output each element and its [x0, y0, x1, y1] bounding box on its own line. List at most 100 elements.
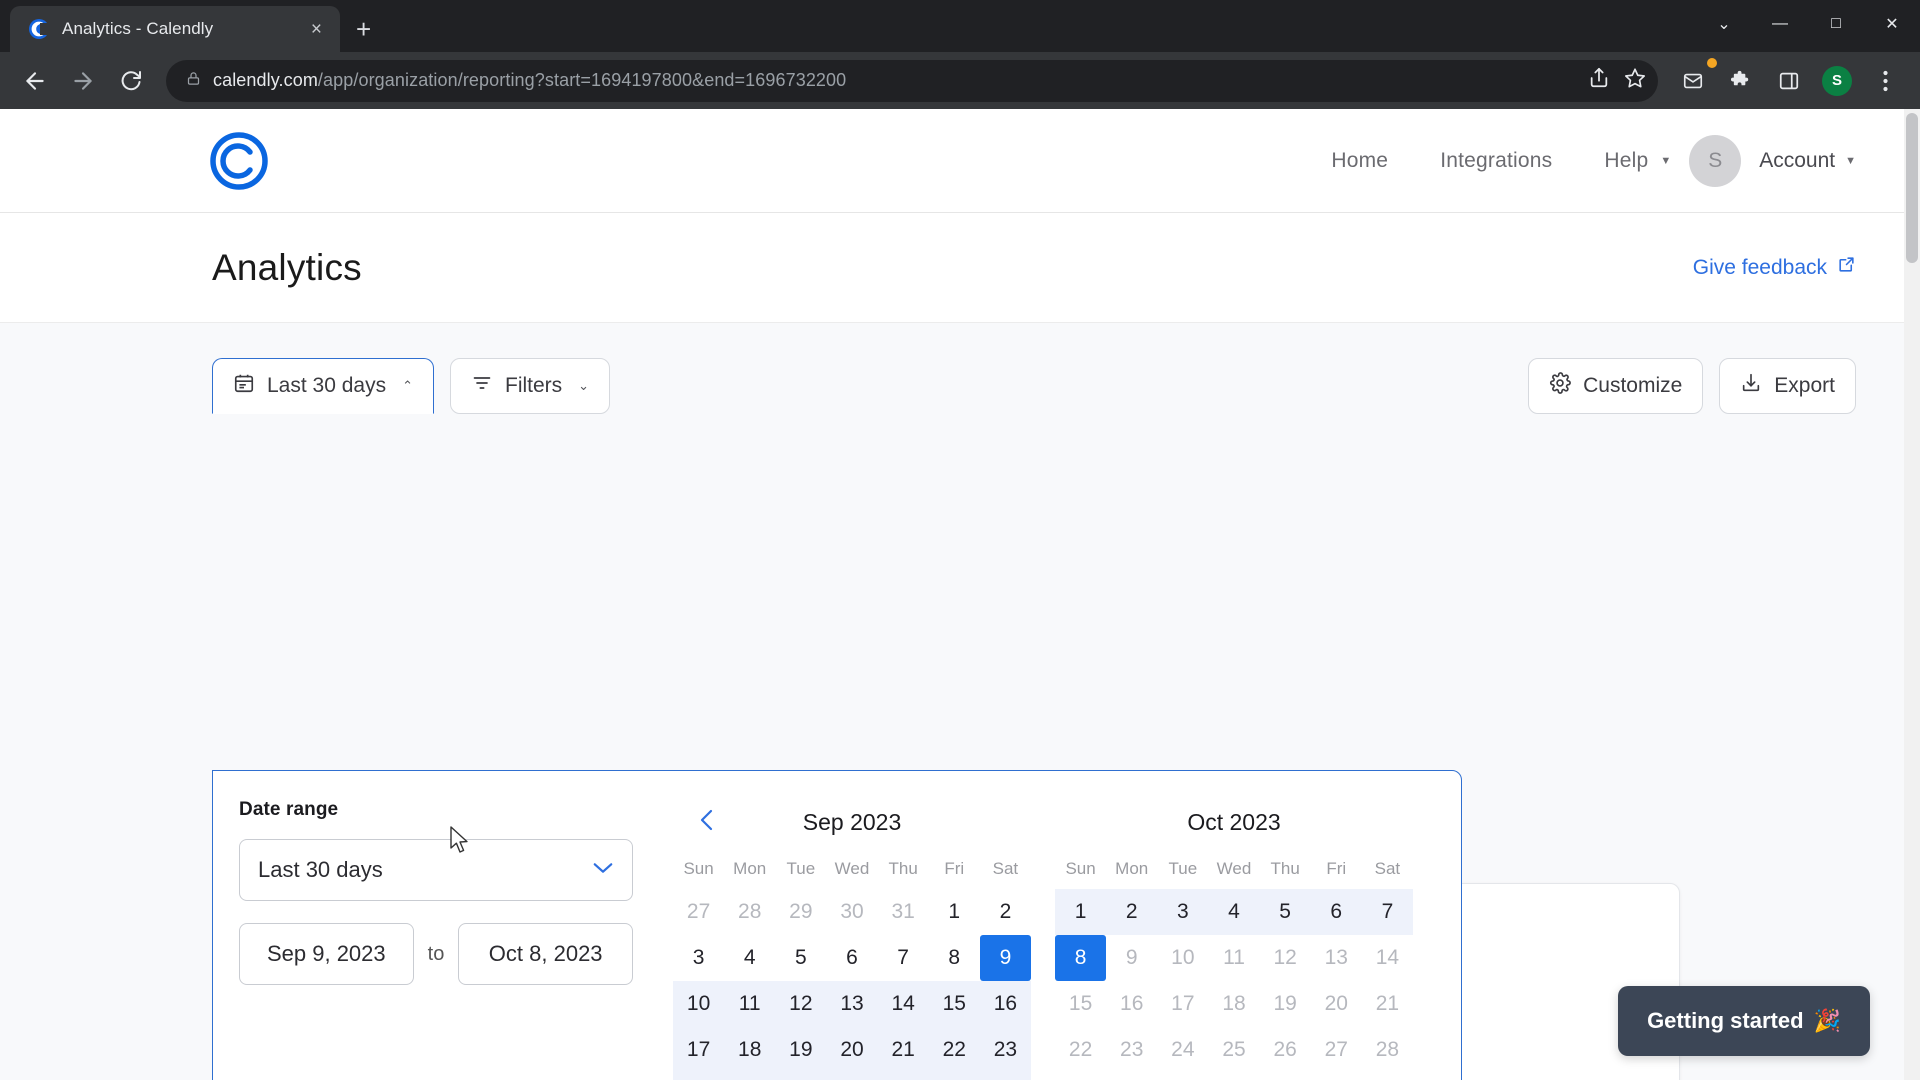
calendar-day[interactable]: 24	[1157, 1027, 1208, 1073]
calendar-day[interactable]: 2	[1106, 889, 1158, 935]
calendar-day[interactable]: 13	[826, 981, 878, 1027]
calendar-day[interactable]: 3	[673, 935, 724, 981]
new-tab-button[interactable]: +	[356, 16, 371, 42]
address-bar[interactable]: calendly.com/app/organization/reporting?…	[166, 59, 1658, 102]
calendar-day[interactable]: 20	[1311, 981, 1362, 1027]
calendar-day[interactable]: 6	[826, 935, 877, 981]
puzzle-icon[interactable]	[1720, 60, 1762, 102]
start-date-input[interactable]: Sep 9, 2023	[239, 923, 414, 985]
calendar-day[interactable]: 2	[980, 889, 1031, 935]
calendar-day[interactable]: 29	[928, 1073, 980, 1080]
calendar-day[interactable]: 6	[1310, 889, 1362, 935]
filters-button[interactable]: Filters ⌄	[450, 357, 611, 414]
account-chevron-down-icon[interactable]: ▼	[1845, 155, 1856, 167]
calendar-day[interactable]: 28	[1362, 1027, 1413, 1073]
calendar-day[interactable]: 17	[673, 1027, 725, 1073]
calendar-day[interactable]: 7	[1361, 889, 1413, 935]
calendar-day[interactable]: 30	[1106, 1073, 1157, 1080]
calendar-day[interactable]: 27	[826, 1073, 878, 1080]
calendar-day[interactable]: 27	[1311, 1027, 1362, 1073]
kebab-menu-icon[interactable]	[1864, 60, 1906, 102]
calendar-day[interactable]: 4	[1362, 1073, 1413, 1080]
minimize-icon[interactable]: —	[1752, 0, 1808, 48]
calendar-day[interactable]: 18	[1208, 981, 1259, 1027]
calendar-day[interactable]: 22	[1055, 1027, 1106, 1073]
scrollbar-thumb[interactable]	[1906, 113, 1918, 263]
calendar-day[interactable]: 7	[878, 935, 929, 981]
calendar-day[interactable]: 12	[775, 981, 827, 1027]
export-button[interactable]: Export	[1719, 357, 1856, 414]
browser-tab[interactable]: Analytics - Calendly ×	[10, 6, 340, 52]
calendar-day[interactable]: 15	[1055, 981, 1106, 1027]
calendar-day[interactable]: 22	[928, 1027, 980, 1073]
calendar-day[interactable]: 21	[877, 1027, 929, 1073]
nav-item-home[interactable]: Home	[1305, 149, 1414, 173]
chevron-left-icon[interactable]	[697, 807, 717, 838]
calendar-day[interactable]: 20	[826, 1027, 878, 1073]
calendar-day[interactable]: 10	[673, 981, 725, 1027]
calendar-day[interactable]: 12	[1260, 935, 1311, 981]
calendar-day[interactable]: 9	[1106, 935, 1157, 981]
calendar-day[interactable]: 8	[929, 935, 980, 981]
calendar-day[interactable]: 23	[1106, 1027, 1157, 1073]
forward-icon[interactable]	[62, 60, 104, 102]
side-panel-icon[interactable]	[1768, 60, 1810, 102]
calendar-day[interactable]: 3	[1157, 889, 1209, 935]
reload-icon[interactable]	[110, 60, 152, 102]
calendar-day[interactable]: 28	[724, 889, 775, 935]
end-date-input[interactable]: Oct 8, 2023	[458, 923, 633, 985]
calendly-logo[interactable]	[210, 131, 268, 190]
date-preset-select[interactable]: Last 30 days	[239, 839, 633, 901]
back-icon[interactable]	[14, 60, 56, 102]
notification-icon[interactable]	[1672, 57, 1717, 102]
calendar-day[interactable]: 26	[1260, 1027, 1311, 1073]
calendar-day[interactable]: 10	[1157, 935, 1208, 981]
calendar-day[interactable]: 1	[929, 889, 980, 935]
calendar-day[interactable]: 31	[878, 889, 929, 935]
calendar-day[interactable]: 27	[673, 889, 724, 935]
calendar-day[interactable]: 25	[724, 1073, 776, 1080]
calendar-day[interactable]: 14	[877, 981, 929, 1027]
calendar-day[interactable]: 8	[1055, 935, 1107, 981]
getting-started-button[interactable]: Getting started 🎉	[1618, 986, 1870, 1056]
calendar-day[interactable]: 31	[1157, 1073, 1208, 1080]
calendar-day[interactable]: 25	[1208, 1027, 1259, 1073]
nav-item-integrations[interactable]: Integrations	[1414, 149, 1578, 173]
calendar-day[interactable]: 19	[1260, 981, 1311, 1027]
calendar-day[interactable]: 14	[1362, 935, 1413, 981]
maximize-icon[interactable]: □	[1808, 0, 1864, 48]
minimize-all-icon[interactable]: ⌄	[1696, 0, 1752, 48]
calendar-day[interactable]: 26	[775, 1073, 827, 1080]
calendar-day[interactable]: 1	[1055, 889, 1107, 935]
calendar-day[interactable]: 16	[979, 981, 1031, 1027]
calendar-day[interactable]: 30	[979, 1073, 1031, 1080]
calendar-day[interactable]: 5	[775, 935, 826, 981]
customize-button[interactable]: Customize	[1528, 357, 1704, 414]
calendar-day[interactable]: 29	[775, 889, 826, 935]
calendar-day[interactable]: 4	[724, 935, 775, 981]
calendar-day[interactable]: 18	[724, 1027, 776, 1073]
calendar-day[interactable]: 19	[775, 1027, 827, 1073]
vertical-scrollbar[interactable]	[1904, 109, 1920, 1080]
calendar-day[interactable]: 21	[1362, 981, 1413, 1027]
calendar-day[interactable]: 17	[1157, 981, 1208, 1027]
date-range-button[interactable]: Last 30 days ⌃	[212, 357, 434, 414]
calendar-day[interactable]: 9	[979, 935, 1031, 981]
calendar-day[interactable]: 23	[979, 1027, 1031, 1073]
star-icon[interactable]	[1624, 67, 1646, 94]
calendar-day[interactable]: 1	[1208, 1073, 1259, 1080]
calendar-day[interactable]: 4	[1208, 889, 1260, 935]
close-icon[interactable]: ×	[305, 16, 328, 43]
calendar-day[interactable]: 5	[1259, 889, 1311, 935]
calendar-day[interactable]: 28	[877, 1073, 929, 1080]
calendar-day[interactable]: 2	[1260, 1073, 1311, 1080]
profile-avatar[interactable]: S	[1816, 60, 1858, 102]
give-feedback-link[interactable]: Give feedback	[1693, 255, 1856, 280]
share-icon[interactable]	[1588, 67, 1610, 94]
calendar-day[interactable]: 11	[724, 981, 776, 1027]
account-menu[interactable]: Account	[1759, 149, 1835, 173]
calendar-day[interactable]: 29	[1055, 1073, 1106, 1080]
calendar-day[interactable]: 3	[1311, 1073, 1362, 1080]
calendar-day[interactable]: 24	[673, 1073, 725, 1080]
chevron-down-icon[interactable]: ▼	[1660, 155, 1671, 167]
